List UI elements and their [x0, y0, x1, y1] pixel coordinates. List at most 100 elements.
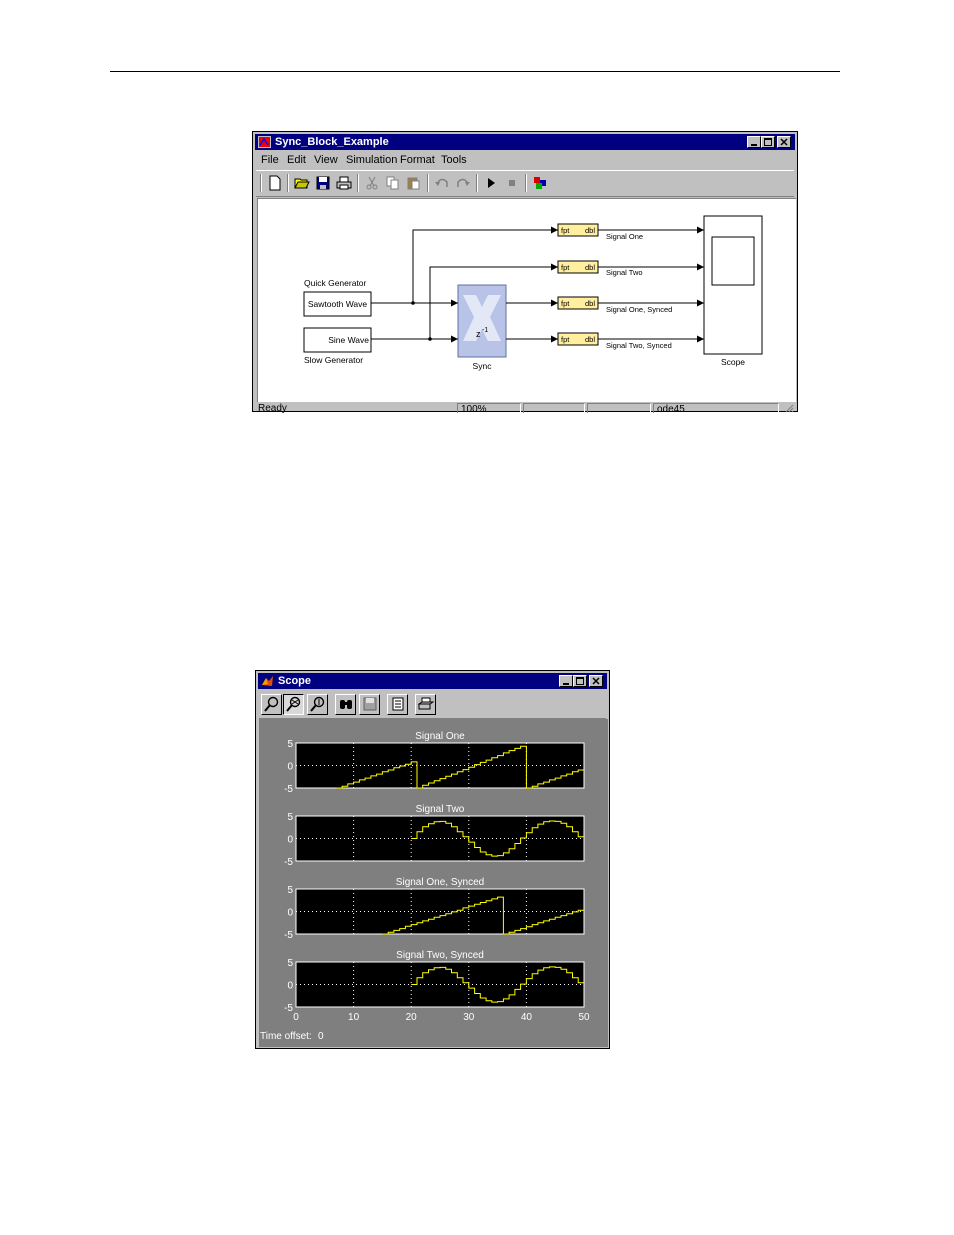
x-tick-label: 0	[293, 1012, 299, 1023]
parameters-button[interactable]	[387, 694, 408, 715]
sync-exponent: -1	[482, 327, 488, 334]
scope-screen-icon	[711, 236, 755, 286]
y-tick-label: 5	[287, 812, 293, 823]
minimize-icon	[563, 683, 569, 685]
redo-icon	[457, 178, 470, 187]
print-icon	[336, 176, 352, 190]
menu-simulation[interactable]: Simulation	[346, 154, 397, 166]
time-offset-value: 0	[318, 1031, 324, 1042]
x-tick-label: 20	[406, 1012, 418, 1023]
model-canvas[interactable]: Sawtooth Wave Quick Generator Sine Wave …	[257, 198, 796, 402]
redo-button[interactable]	[453, 174, 473, 192]
new-icon	[269, 175, 281, 191]
status-ready: Ready	[258, 403, 287, 413]
converter-block-1[interactable]: fpt dbl	[557, 223, 599, 237]
minimize-button[interactable]	[747, 136, 761, 148]
svg-text:dbl: dbl	[585, 263, 595, 272]
zoom-y-button[interactable]	[307, 694, 328, 715]
paste-button[interactable]	[404, 174, 424, 192]
block-diagram: Sawtooth Wave Quick Generator Sine Wave …	[303, 215, 763, 371]
maximize-button[interactable]	[761, 136, 775, 148]
paste-icon	[407, 177, 420, 190]
converter-block-4[interactable]: fpt dbl	[557, 332, 599, 346]
menu-view[interactable]: View	[314, 154, 338, 166]
svg-text:dbl: dbl	[585, 226, 595, 235]
status-zoom: 100%	[457, 403, 521, 413]
toolbar-separator	[525, 174, 527, 192]
scope-plots: Signal One50-5Signal Two50-5Signal One, …	[284, 731, 590, 1023]
quick-generator-label: Quick Generator	[304, 278, 367, 288]
toolbar-separator	[287, 174, 289, 192]
status-bar: Ready 100% ode45	[255, 403, 795, 413]
status-field	[523, 403, 585, 413]
copy-button[interactable]	[383, 174, 403, 192]
sync-symbol: z	[476, 329, 481, 339]
svg-text:fpt: fpt	[561, 299, 570, 308]
zoom-x-icon	[285, 696, 300, 712]
save-axes-button[interactable]	[359, 694, 380, 715]
svg-text:dbl: dbl	[585, 299, 595, 308]
parameters-icon	[392, 697, 403, 711]
zoom-y-icon	[309, 696, 324, 712]
svg-text:fpt: fpt	[561, 263, 570, 272]
y-tick-label: 0	[287, 835, 293, 846]
y-tick-label: -5	[284, 857, 293, 868]
minimize-button[interactable]	[559, 675, 573, 687]
toolbar-separator	[476, 174, 478, 192]
close-button[interactable]	[777, 136, 791, 148]
library-browser-icon	[534, 177, 546, 189]
undo-button[interactable]	[432, 174, 452, 192]
model-window-title: Sync_Block_Example	[275, 136, 389, 148]
start-icon	[488, 178, 495, 188]
maximize-icon	[764, 138, 772, 146]
svg-text:fpt: fpt	[561, 226, 570, 235]
signal-label-1: Signal One	[606, 232, 643, 241]
menu-file[interactable]: File	[261, 154, 279, 166]
converter-block-3[interactable]: fpt dbl	[557, 296, 599, 310]
maximize-button[interactable]	[573, 675, 587, 687]
save-axes-icon	[363, 697, 376, 711]
scope-window-titlebar[interactable]: Scope	[258, 673, 607, 689]
converter-block-2[interactable]: fpt dbl	[557, 260, 599, 274]
stop-icon	[509, 180, 515, 186]
scope-window-title: Scope	[278, 675, 312, 687]
branch-point	[428, 337, 432, 341]
sawtooth-wave-label: Sawtooth Wave	[308, 299, 367, 309]
scope-plot-area: Signal One 5 0 -5 Signal Two 5 0 -5 Signal One, …	[259, 719, 608, 1047]
print-button[interactable]	[334, 174, 354, 192]
resize-grip-icon[interactable]	[784, 403, 794, 413]
sync-label: Sync	[473, 361, 493, 371]
close-icon	[780, 138, 788, 146]
cut-button[interactable]	[362, 174, 382, 192]
y-tick-label: 0	[287, 981, 293, 992]
stop-simulation-button[interactable]	[502, 174, 522, 192]
zoom-x-button[interactable]	[283, 694, 304, 715]
close-button[interactable]	[589, 675, 603, 687]
menu-tools[interactable]: Tools	[441, 154, 467, 166]
model-window-titlebar[interactable]: Sync_Block_Example	[255, 134, 795, 150]
new-button[interactable]	[265, 174, 285, 192]
model-toolbar	[256, 170, 794, 197]
zoom-button[interactable]	[261, 694, 282, 715]
save-button[interactable]	[313, 174, 333, 192]
open-button[interactable]	[292, 174, 312, 192]
signal-label-2: Signal Two	[606, 268, 643, 277]
scope-block-label: Scope	[721, 357, 745, 367]
x-tick-label: 10	[348, 1012, 360, 1023]
x-tick-label: 40	[521, 1012, 533, 1023]
print-button[interactable]	[415, 694, 436, 715]
autoscale-button[interactable]	[335, 694, 356, 715]
start-simulation-button[interactable]	[481, 174, 501, 192]
signal-label-4: Signal Two, Synced	[606, 341, 672, 350]
menu-edit[interactable]: Edit	[287, 154, 306, 166]
slow-generator-label: Slow Generator	[304, 355, 363, 365]
library-browser-button[interactable]	[530, 174, 550, 192]
plot-title: Signal Two, Synced	[396, 950, 484, 961]
scope-toolbar	[259, 691, 606, 719]
zoom-icon	[263, 696, 278, 712]
autoscale-icon	[339, 700, 352, 709]
svg-text:fpt: fpt	[561, 335, 570, 344]
y-tick-label: 0	[287, 908, 293, 919]
menu-format[interactable]: Format	[400, 154, 435, 166]
toolbar-separator	[260, 174, 262, 192]
